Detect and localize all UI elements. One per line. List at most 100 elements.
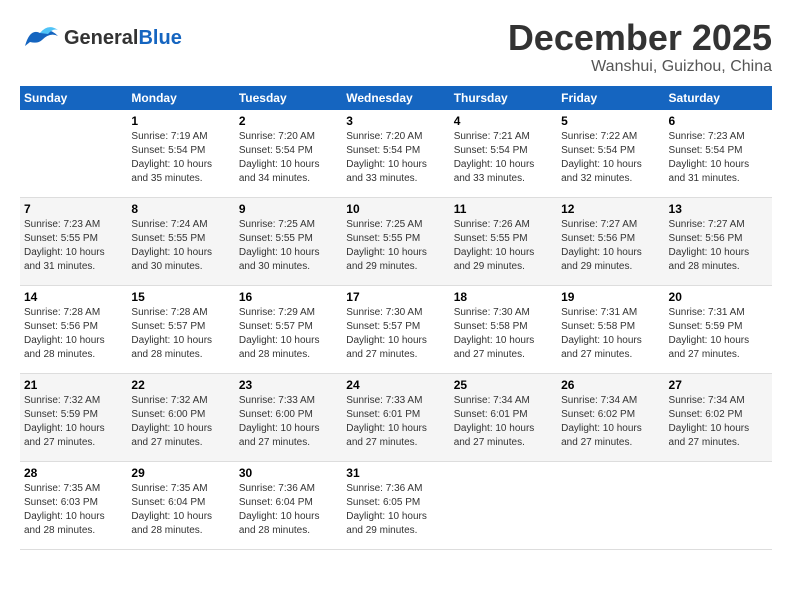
calendar-cell: 15 Sunrise: 7:28 AMSunset: 5:57 PMDayligh… [127,286,234,374]
weekday-header: Sunday [20,86,127,110]
day-number: 22 [131,378,230,392]
calendar-cell: 13 Sunrise: 7:27 AMSunset: 5:56 PMDayligh… [665,198,772,286]
day-info: Sunrise: 7:22 AMSunset: 5:54 PMDaylight:… [561,130,660,186]
calendar-cell [450,462,557,550]
calendar-cell: 11 Sunrise: 7:26 AMSunset: 5:55 PMDayligh… [450,198,557,286]
day-number: 11 [454,202,553,216]
day-info: Sunrise: 7:29 AMSunset: 5:57 PMDaylight:… [239,306,338,362]
day-number: 26 [561,378,660,392]
calendar-cell: 18 Sunrise: 7:30 AMSunset: 5:58 PMDayligh… [450,286,557,374]
calendar-cell: 23 Sunrise: 7:33 AMSunset: 6:00 PMDayligh… [235,374,342,462]
calendar-cell: 31Sunrise: 7:36 AMSunset: 6:05 PMDayligh… [342,462,449,550]
calendar-cell: 17 Sunrise: 7:30 AMSunset: 5:57 PMDayligh… [342,286,449,374]
logo-bird-icon [20,18,60,58]
day-number: 19 [561,290,660,304]
calendar-table: SundayMondayTuesdayWednesdayThursdayFrid… [20,86,772,551]
day-number: 18 [454,290,553,304]
day-info: Sunrise: 7:34 AMSunset: 6:01 PMDaylight:… [454,394,553,450]
weekday-header: Wednesday [342,86,449,110]
calendar-cell: 12 Sunrise: 7:27 AMSunset: 5:56 PMDayligh… [557,198,664,286]
weekday-header: Thursday [450,86,557,110]
calendar-cell: 7Sunrise: 7:23 AMSunset: 5:55 PMDaylight… [20,198,127,286]
day-number: 20 [669,290,768,304]
day-info: Sunrise: 7:25 AMSunset: 5:55 PMDaylight:… [346,218,445,274]
logo-blue: Blue [138,27,181,49]
day-number: 16 [239,290,338,304]
day-number: 30 [239,466,338,480]
day-number: 27 [669,378,768,392]
calendar-cell: 27 Sunrise: 7:34 AMSunset: 6:02 PMDayligh… [665,374,772,462]
calendar-cell: 2Sunrise: 7:20 AMSunset: 5:54 PMDaylight… [235,110,342,198]
calendar-cell [665,462,772,550]
day-info: Sunrise: 7:23 AMSunset: 5:54 PMDaylight:… [669,130,768,186]
weekday-header: Saturday [665,86,772,110]
day-number: 5 [561,114,660,128]
logo-general: General [64,27,138,49]
day-number: 31 [346,466,445,480]
day-info: Sunrise: 7:27 AMSunset: 5:56 PMDaylight:… [561,218,660,274]
day-number: 17 [346,290,445,304]
weekday-header: Monday [127,86,234,110]
calendar-cell: 16 Sunrise: 7:29 AMSunset: 5:57 PMDayligh… [235,286,342,374]
day-info: Sunrise: 7:35 AMSunset: 6:03 PMDaylight:… [24,482,123,538]
day-info: Sunrise: 7:26 AMSunset: 5:55 PMDaylight:… [454,218,553,274]
day-info: Sunrise: 7:30 AMSunset: 5:58 PMDaylight:… [454,306,553,362]
day-info: Sunrise: 7:24 AMSunset: 5:55 PMDaylight:… [131,218,230,274]
day-info: Sunrise: 7:28 AMSunset: 5:56 PMDaylight:… [24,306,123,362]
day-info: Sunrise: 7:25 AMSunset: 5:55 PMDaylight:… [239,218,338,274]
page-container: GeneralBlue December 2025 Wanshui, Guizh… [0,0,792,560]
month-title: December 2025 [508,18,772,58]
location-subtitle: Wanshui, Guizhou, China [508,58,772,76]
calendar-cell: 19 Sunrise: 7:31 AMSunset: 5:58 PMDayligh… [557,286,664,374]
logo-text-block: GeneralBlue [64,27,182,49]
calendar-cell: 26 Sunrise: 7:34 AMSunset: 6:02 PMDayligh… [557,374,664,462]
calendar-cell: 6 Sunrise: 7:23 AMSunset: 5:54 PMDaylight… [665,110,772,198]
day-number: 28 [24,466,123,480]
day-info: Sunrise: 7:33 AMSunset: 6:01 PMDaylight:… [346,394,445,450]
day-number: 1 [131,114,230,128]
calendar-cell: 24 Sunrise: 7:33 AMSunset: 6:01 PMDayligh… [342,374,449,462]
calendar-cell: 5 Sunrise: 7:22 AMSunset: 5:54 PMDaylight… [557,110,664,198]
day-info: Sunrise: 7:34 AMSunset: 6:02 PMDaylight:… [561,394,660,450]
day-number: 3 [346,114,445,128]
day-info: Sunrise: 7:35 AMSunset: 6:04 PMDaylight:… [131,482,230,538]
title-block: December 2025 Wanshui, Guizhou, China [508,18,772,76]
day-info: Sunrise: 7:30 AMSunset: 5:57 PMDaylight:… [346,306,445,362]
calendar-week-row: 14Sunrise: 7:28 AMSunset: 5:56 PMDayligh… [20,286,772,374]
day-number: 9 [239,202,338,216]
day-info: Sunrise: 7:36 AMSunset: 6:04 PMDaylight:… [239,482,338,538]
day-info: Sunrise: 7:31 AMSunset: 5:59 PMDaylight:… [669,306,768,362]
calendar-cell: 21 Sunrise: 7:32 AMSunset: 5:59 PMDayligh… [20,374,127,462]
day-info: Sunrise: 7:27 AMSunset: 5:56 PMDaylight:… [669,218,768,274]
calendar-cell: 9 Sunrise: 7:25 AMSunset: 5:55 PMDaylight… [235,198,342,286]
page-header: GeneralBlue December 2025 Wanshui, Guizh… [20,18,772,76]
day-number: 12 [561,202,660,216]
calendar-cell [557,462,664,550]
day-info: Sunrise: 7:32 AMSunset: 5:59 PMDaylight:… [24,394,123,450]
day-number: 6 [669,114,768,128]
calendar-week-row: 7Sunrise: 7:23 AMSunset: 5:55 PMDaylight… [20,198,772,286]
day-info: Sunrise: 7:32 AMSunset: 6:00 PMDaylight:… [131,394,230,450]
calendar-week-row: 28 Sunrise: 7:35 AMSunset: 6:03 PMDayligh… [20,462,772,550]
day-info: Sunrise: 7:28 AMSunset: 5:57 PMDaylight:… [131,306,230,362]
day-info: Sunrise: 7:23 AMSunset: 5:55 PMDaylight:… [24,218,123,274]
day-number: 15 [131,290,230,304]
day-info: Sunrise: 7:21 AMSunset: 5:54 PMDaylight:… [454,130,553,186]
calendar-week-row: 21 Sunrise: 7:32 AMSunset: 5:59 PMDayligh… [20,374,772,462]
day-number: 21 [24,378,123,392]
header-row: SundayMondayTuesdayWednesdayThursdayFrid… [20,86,772,110]
day-number: 4 [454,114,553,128]
calendar-cell: 14Sunrise: 7:28 AMSunset: 5:56 PMDayligh… [20,286,127,374]
calendar-cell: 1Sunrise: 7:19 AMSunset: 5:54 PMDaylight… [127,110,234,198]
calendar-cell [20,110,127,198]
day-info: Sunrise: 7:33 AMSunset: 6:00 PMDaylight:… [239,394,338,450]
logo: GeneralBlue [20,18,182,58]
day-info: Sunrise: 7:31 AMSunset: 5:58 PMDaylight:… [561,306,660,362]
day-info: Sunrise: 7:20 AMSunset: 5:54 PMDaylight:… [346,130,445,186]
day-number: 29 [131,466,230,480]
day-number: 24 [346,378,445,392]
day-info: Sunrise: 7:34 AMSunset: 6:02 PMDaylight:… [669,394,768,450]
day-number: 23 [239,378,338,392]
day-number: 13 [669,202,768,216]
day-number: 25 [454,378,553,392]
